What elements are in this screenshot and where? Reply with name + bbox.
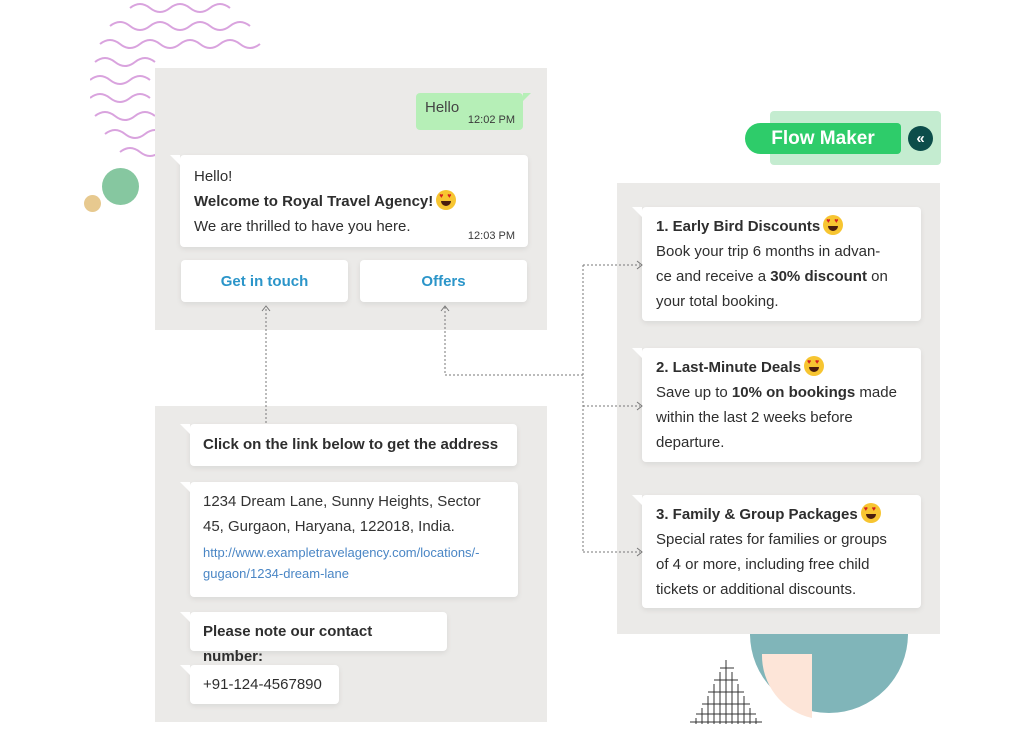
address-line-2: 45, Gurgaon, Haryana, 122018, India. <box>203 518 455 535</box>
address-link[interactable]: http://www.exampletravelagency.com/locat… <box>203 542 505 584</box>
address-link-line-1[interactable]: http://www.exampletravelagency.com/locat… <box>203 542 505 563</box>
offer-1-line-2-pre: ce and receive a <box>656 268 771 285</box>
welcome-greeting: Hello! <box>194 168 233 185</box>
offer-2-title-text: 2. Last-Minute Deals <box>656 359 802 376</box>
outgoing-message-text: Hello <box>425 99 460 116</box>
address-link-line-2[interactable]: gugaon/1234-dream-lane <box>203 563 505 584</box>
contact-number-bubble: +91-124-4567890 <box>180 665 339 704</box>
outgoing-message-bubble: Hello 12:02 PM <box>416 93 531 130</box>
offer-2-line-2: within the last 2 weeks before <box>656 409 853 426</box>
welcome-title-text: Welcome to Royal Travel Agency! <box>194 193 434 210</box>
outgoing-message-time: 12:02 PM <box>467 114 515 126</box>
offer-card-1: 1. Early Bird Discounts ♥ ♥ Book your trip… <box>632 207 921 321</box>
offer-2-title: 2. Last-Minute Deals ♥ ♥ <box>656 355 907 380</box>
offer-2-line-1-pre: Save up to <box>656 384 732 401</box>
offer-card-2: 2. Last-Minute Deals ♥ ♥ Save up to 10% on… <box>632 348 921 462</box>
double-chevron-left-icon[interactable]: « <box>908 126 933 151</box>
offers-button[interactable]: Offers <box>360 260 527 302</box>
offer-3-line-1: Special rates for families or groups <box>656 531 887 548</box>
heart-eyes-emoji-icon: ♥ ♥ <box>823 215 844 235</box>
offer-1-highlight: 30% discount <box>770 268 867 285</box>
contact-intro-bubble: Please note our contact number: <box>180 612 447 665</box>
address-intro-text: Click on the link below to get the addre… <box>203 436 499 453</box>
offer-3-title-text: 3. Family & Group Packages <box>656 506 858 523</box>
get-in-touch-button[interactable]: Get in touch <box>181 260 348 302</box>
incoming-message-time: 12:03 PM <box>467 230 515 242</box>
heart-eyes-emoji-icon: ♥ ♥ <box>860 503 881 523</box>
address-bubble: 1234 Dream Lane, Sunny Heights, Sector 4… <box>180 482 518 597</box>
welcome-title: Welcome to Royal Travel Agency! ♥ ♥ <box>194 189 514 214</box>
yellow-dot-decoration <box>84 195 101 212</box>
address-line-1: 1234 Dream Lane, Sunny Heights, Sector <box>203 493 481 510</box>
offer-3-line-3: tickets or additional discounts. <box>656 581 857 598</box>
incoming-welcome-bubble: Hello! Welcome to Royal Travel Agency! ♥ ♥… <box>170 155 528 247</box>
half-circle-decoration <box>750 634 908 718</box>
offer-2-line-3: departure. <box>656 434 725 451</box>
contact-intro-text: Please note our contact number: <box>203 623 373 665</box>
heart-eyes-emoji-icon: ♥ ♥ <box>804 356 825 376</box>
offer-1-line-2-post: on <box>866 268 888 285</box>
flow-maker-label[interactable]: Flow Maker <box>745 123 901 154</box>
offer-2-line-1: Save up to 10% on bookings made <box>656 380 907 405</box>
offer-1-line-1: Book your trip 6 months in advan- <box>656 243 881 260</box>
offer-2-highlight: 10% on bookings <box>731 384 856 401</box>
heart-eyes-emoji-icon: ♥ ♥ <box>436 190 457 210</box>
offer-1-title: 1. Early Bird Discounts ♥ ♥ <box>656 214 907 239</box>
contact-number-text[interactable]: +91-124-4567890 <box>203 672 326 697</box>
offer-1-line-3: your total booking. <box>656 293 779 310</box>
offer-2-line-1-post: made <box>855 384 897 401</box>
offer-1-title-text: 1. Early Bird Discounts <box>656 218 821 235</box>
address-intro-bubble: Click on the link below to get the addre… <box>180 424 517 466</box>
offer-1-line-2: ce and receive a 30% discount on <box>656 264 907 289</box>
offer-3-line-2: of 4 or more, including free child <box>656 556 870 573</box>
green-dot-decoration <box>102 168 139 205</box>
offer-3-title: 3. Family & Group Packages ♥ ♥ <box>656 502 907 527</box>
welcome-subtitle: We are thrilled to have you here. <box>194 218 411 235</box>
offer-card-3: 3. Family & Group Packages ♥ ♥ Special rat… <box>632 495 921 608</box>
